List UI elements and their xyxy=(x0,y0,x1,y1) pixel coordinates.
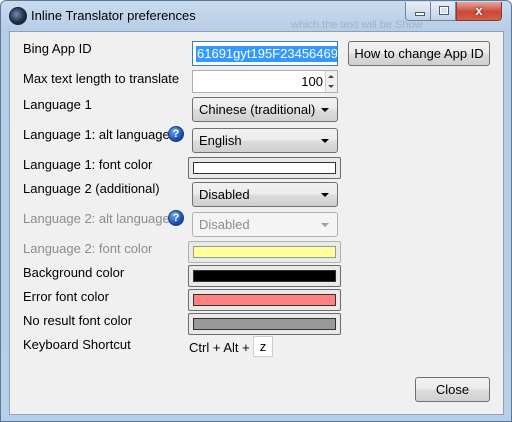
language2-select[interactable]: Disabled xyxy=(192,182,338,207)
language2-label: Language 2 (additional) xyxy=(23,181,160,196)
color-swatch xyxy=(193,162,336,174)
shortcut-key-input[interactable]: z xyxy=(253,336,273,357)
shortcut-modifiers: Ctrl + Alt + xyxy=(189,340,250,355)
how-to-change-app-id-button[interactable]: How to change App ID xyxy=(348,41,490,66)
max-length-spinner[interactable]: 100 xyxy=(192,70,338,93)
help-icon[interactable]: ? xyxy=(168,210,184,226)
language2-alt-selected: Disabled xyxy=(199,217,250,232)
close-window-button[interactable]: x xyxy=(456,2,502,21)
app-id-input[interactable]: 61691gyt195F23456469 xyxy=(192,41,338,66)
color-swatch xyxy=(193,294,336,306)
language1-alt-label: Language 1: alt language xyxy=(23,127,170,142)
language1-alt-select[interactable]: English xyxy=(192,128,338,153)
title-bar[interactable]: Inline Translator preferences which the … xyxy=(1,1,511,31)
preferences-panel: Bing App ID 61691gyt195F23456469 How to … xyxy=(9,31,504,415)
background-color-button[interactable] xyxy=(188,265,341,287)
color-swatch xyxy=(193,318,336,330)
maximize-button[interactable] xyxy=(430,2,456,21)
close-button[interactable]: Close xyxy=(415,377,490,402)
language1-selected: Chinese (traditional) xyxy=(199,102,316,117)
language2-alt-select: Disabled xyxy=(192,212,338,237)
app-id-value: 61691gyt195F23456469 xyxy=(196,46,338,62)
language2-font-color-label: Language 2: font color xyxy=(23,241,153,256)
spin-up-icon[interactable] xyxy=(328,75,334,78)
preferences-window: Inline Translator preferences which the … xyxy=(0,0,512,422)
window-title: Inline Translator preferences xyxy=(31,8,196,23)
language2-alt-label: Language 2: alt language xyxy=(23,211,170,226)
background-window-text: which the text will be Show xyxy=(291,19,423,31)
app-id-label: Bing App ID xyxy=(23,41,92,56)
max-length-value: 100 xyxy=(301,74,323,89)
chevron-down-icon xyxy=(321,223,329,227)
keyboard-shortcut-label: Keyboard Shortcut xyxy=(23,337,131,352)
language1-select[interactable]: Chinese (traditional) xyxy=(192,97,338,122)
spin-down-icon[interactable] xyxy=(328,85,334,88)
close-icon: x xyxy=(475,3,483,18)
language2-font-color-button xyxy=(188,241,341,263)
chevron-down-icon xyxy=(321,139,329,143)
error-font-color-label: Error font color xyxy=(23,289,109,304)
spinner-buttons[interactable] xyxy=(325,71,337,92)
app-icon xyxy=(9,7,27,25)
language1-font-color-label: Language 1: font color xyxy=(23,157,153,172)
color-swatch xyxy=(193,270,336,282)
chevron-down-icon xyxy=(321,108,329,112)
color-swatch xyxy=(193,246,336,258)
language2-selected: Disabled xyxy=(199,187,250,202)
language1-font-color-button[interactable] xyxy=(188,157,341,179)
no-result-font-color-button[interactable] xyxy=(188,313,341,335)
no-result-font-color-label: No result font color xyxy=(23,313,133,328)
max-length-label: Max text length to translate xyxy=(23,71,180,86)
background-color-label: Background color xyxy=(23,265,125,280)
error-font-color-button[interactable] xyxy=(188,289,341,311)
minimize-button[interactable] xyxy=(405,2,431,21)
help-icon[interactable]: ? xyxy=(168,126,184,142)
language1-label: Language 1 xyxy=(23,97,92,112)
language1-alt-selected: English xyxy=(199,133,242,148)
chevron-down-icon xyxy=(321,193,329,197)
